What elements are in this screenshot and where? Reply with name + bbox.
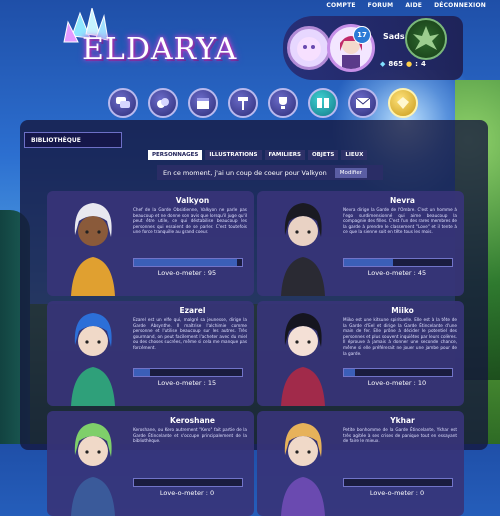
love-o-meter-label: Love-o-meter : 0 bbox=[133, 489, 241, 497]
trophy-icon bbox=[279, 97, 287, 109]
nav-account-link[interactable]: COMPTE bbox=[326, 2, 355, 9]
love-o-meter-value: 0 bbox=[209, 489, 215, 497]
character-card[interactable]: Ezarel Ezarel est un elfe qui, malgré sa … bbox=[47, 301, 254, 406]
mailbox-button[interactable] bbox=[348, 88, 378, 118]
character-name: Keroshane bbox=[170, 416, 215, 425]
modify-button[interactable]: Modifier bbox=[334, 167, 368, 178]
love-o-meter-label: Love-o-meter : 10 bbox=[343, 379, 451, 387]
player-level-badge: 17 bbox=[353, 26, 371, 44]
game-logo[interactable]: ELDARYA bbox=[60, 8, 240, 78]
chat-icon bbox=[116, 97, 130, 108]
gold-amount: 4 bbox=[420, 60, 426, 68]
market-button[interactable] bbox=[148, 88, 178, 118]
love-o-meter-fill bbox=[344, 259, 393, 266]
character-portrait bbox=[71, 423, 115, 516]
nav-help-link[interactable]: AIDE bbox=[405, 2, 422, 9]
love-o-meter-value: 45 bbox=[417, 269, 427, 277]
love-o-meter-value: 10 bbox=[417, 379, 427, 387]
character-portrait bbox=[281, 203, 325, 296]
currency-display: ◆ 865 ● : 4 bbox=[380, 60, 426, 68]
love-o-meter-value: 95 bbox=[207, 269, 217, 277]
character-description: Chef de la Garde Obsidienne, Valkyon ne … bbox=[133, 207, 247, 235]
character-card[interactable]: Nevra Nevra dirige la Garde de l'Ombre. C… bbox=[257, 191, 464, 296]
character-card[interactable]: Valkyon Chef de la Garde Obsidienne, Valk… bbox=[47, 191, 254, 296]
character-portrait bbox=[281, 423, 325, 516]
mail-icon bbox=[356, 97, 370, 108]
familiar-icon bbox=[297, 37, 321, 61]
library-icon bbox=[317, 98, 329, 108]
love-o-meter-prefix: Love-o-meter : bbox=[159, 489, 210, 497]
love-o-meter-prefix: Love-o-meter : bbox=[369, 489, 420, 497]
love-o-meter-prefix: Love-o-meter : bbox=[157, 379, 208, 387]
character-description: Keroshane, ou Kero autrement "Kero" fait… bbox=[133, 427, 247, 444]
separator: : bbox=[415, 60, 418, 68]
maana-amount: 865 bbox=[388, 60, 404, 68]
tab-objects[interactable]: OBJETS bbox=[307, 150, 339, 160]
tab-illustrations[interactable]: ILLUSTRATIONS bbox=[205, 150, 262, 160]
player-username[interactable]: Sads bbox=[383, 32, 405, 41]
tab-characters[interactable]: PERSONNAGES bbox=[148, 150, 203, 160]
logo-text: ELDARYA bbox=[82, 32, 238, 67]
love-o-meter-bar bbox=[133, 258, 243, 267]
nav-logout-link[interactable]: DÉCONNEXION bbox=[434, 2, 486, 9]
guard-emblem[interactable] bbox=[405, 18, 447, 60]
character-portrait bbox=[71, 203, 115, 296]
maana-icon: ◆ bbox=[380, 60, 386, 68]
love-o-meter-value: 0 bbox=[419, 489, 425, 497]
calendar-icon bbox=[197, 98, 209, 109]
love-o-meter-bar bbox=[133, 368, 243, 377]
character-name: Valkyon bbox=[175, 196, 210, 205]
character-name: Ykhar bbox=[390, 416, 415, 425]
character-card[interactable]: Ykhar Petite bonhomme de la Garde Étincel… bbox=[257, 411, 464, 516]
favorite-character-row: En ce moment, j'ai un coup de coeur pour… bbox=[157, 165, 383, 180]
favorite-text: En ce moment, j'ai un coup de coeur pour… bbox=[163, 168, 327, 177]
love-o-meter-prefix: Love-o-meter : bbox=[367, 379, 418, 387]
leaf-icon bbox=[413, 26, 439, 50]
love-o-meter-label: Love-o-meter : 15 bbox=[133, 379, 241, 387]
familiar-avatar[interactable] bbox=[287, 26, 331, 70]
character-description: Ezarel est un elfe qui, malgré sa jeunes… bbox=[133, 317, 247, 350]
character-name: Ezarel bbox=[179, 306, 206, 315]
character-name: Miiko bbox=[391, 306, 414, 315]
love-o-meter-value: 15 bbox=[207, 379, 217, 387]
nav-forum-link[interactable]: FORUM bbox=[368, 2, 394, 9]
coins-icon bbox=[157, 98, 169, 108]
top-navigation: COMPTE FORUM AIDE DÉCONNEXION bbox=[326, 2, 486, 9]
love-o-meter-prefix: Love-o-meter : bbox=[367, 269, 418, 277]
forge-button[interactable] bbox=[228, 88, 258, 118]
panel-title: BIBLIOTHÈQUE bbox=[24, 132, 122, 148]
character-portrait bbox=[71, 313, 115, 406]
character-description: Nevra dirige la Garde de l'Ombre. C'est … bbox=[343, 207, 457, 235]
character-portrait bbox=[281, 313, 325, 406]
gold-icon: ● bbox=[406, 60, 413, 68]
character-description: Petite bonhomme de la Garde Étincelante,… bbox=[343, 427, 457, 444]
love-o-meter-label: Love-o-meter : 45 bbox=[343, 269, 451, 277]
main-icon-menu bbox=[108, 88, 418, 118]
love-o-meter-fill bbox=[134, 369, 151, 376]
library-tabs: PERSONNAGES ILLUSTRATIONS FAMILIERS OBJE… bbox=[148, 150, 368, 160]
chat-button[interactable] bbox=[108, 88, 138, 118]
love-o-meter-fill bbox=[134, 259, 237, 266]
character-card[interactable]: Keroshane Keroshane, ou Kero autrement "K… bbox=[47, 411, 254, 516]
love-o-meter-bar bbox=[343, 368, 453, 377]
tab-pets[interactable]: FAMILIERS bbox=[264, 150, 305, 160]
tab-places[interactable]: LIEUX bbox=[341, 150, 368, 160]
love-o-meter-bar bbox=[343, 258, 453, 267]
love-o-meter-prefix: Love-o-meter : bbox=[157, 269, 208, 277]
ranking-button[interactable] bbox=[268, 88, 298, 118]
love-o-meter-label: Love-o-meter : 0 bbox=[343, 489, 451, 497]
hammer-icon bbox=[238, 97, 248, 110]
love-o-meter-bar bbox=[133, 478, 243, 487]
bank-button[interactable] bbox=[388, 88, 418, 118]
library-panel: BIBLIOTHÈQUE PERSONNAGES ILLUSTRATIONS F… bbox=[20, 120, 488, 516]
character-description: Miiko est une kitsune spirituelle. Elle … bbox=[343, 317, 457, 356]
calendar-button[interactable] bbox=[188, 88, 218, 118]
library-button[interactable] bbox=[308, 88, 338, 118]
character-card[interactable]: Miiko Miiko est une kitsune spirituelle. … bbox=[257, 301, 464, 406]
gem-icon bbox=[397, 97, 409, 109]
love-o-meter-bar bbox=[343, 478, 453, 487]
love-o-meter-fill bbox=[344, 369, 355, 376]
love-o-meter-label: Love-o-meter : 95 bbox=[133, 269, 241, 277]
character-name: Nevra bbox=[389, 196, 415, 205]
